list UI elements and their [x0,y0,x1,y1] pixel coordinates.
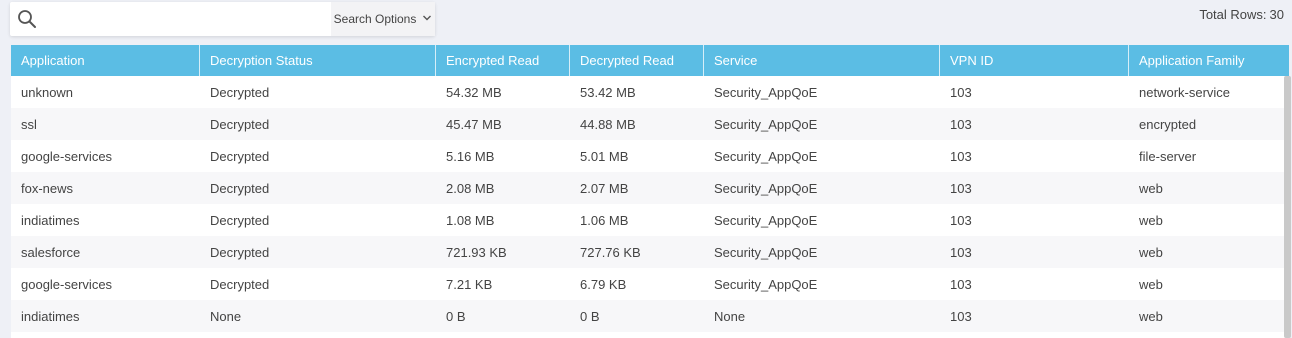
column-header-application[interactable]: Application [11,45,200,76]
table-cell: Security_AppQoE [714,148,818,164]
table-cell: 6.79 KB [580,276,627,292]
table-cell: 103 [950,244,972,260]
table-cell: web [1139,180,1163,196]
table-cell: 103 [950,116,972,132]
table-cell: encrypted [1139,116,1197,132]
table-cell: Decrypted [210,148,270,164]
table-cell: None [210,308,242,324]
table-cell: 103 [950,212,972,228]
column-header-application-family[interactable]: Application Family [1129,45,1289,76]
table-cell: Security_AppQoE [714,180,818,196]
table-cell: None [714,308,746,324]
table-row[interactable]: fox-news Decrypted 2.08 MB 2.07 MB Security_… [11,172,1289,204]
table-cell: 53.42 MB [580,84,636,100]
table-cell: file-server [1139,148,1197,164]
table-cell: 103 [950,180,972,196]
table-cell: 0 B [446,308,466,324]
search-input[interactable] [42,4,338,34]
table-row[interactable]: indiatimes None 0 B 0 B None 103 web [11,300,1289,332]
table-cell: Security_AppQoE [714,116,818,132]
table-row[interactable]: ssl Decrypted 45.47 MB 44.88 MB Security_App… [11,108,1289,140]
table-cell: 0 B [580,308,600,324]
table-cell: Decrypted [210,212,270,228]
table-cell: Security_AppQoE [714,276,818,292]
table-cell: network-service [1139,84,1231,100]
table-cell: Security_AppQoE [714,84,818,100]
search-options-dropdown[interactable]: Search Options [331,2,435,36]
table-cell: 5.01 MB [580,148,629,164]
column-header-encrypted-read[interactable]: Encrypted Read [436,45,570,76]
applications-table: Application Decryption Status Encrypted Re… [11,45,1289,338]
total-rows-label: Total Rows: [1199,7,1267,22]
table-cell: Decrypted [210,84,270,100]
column-header-decryption-status[interactable]: Decryption Status [200,45,436,76]
column-header-vpn-id[interactable]: VPN ID [940,45,1129,76]
column-header-service[interactable]: Service [704,45,940,76]
table-cell: unknown [21,84,74,100]
table-cell: 45.47 MB [446,116,502,132]
table-cell: Decrypted [210,116,270,132]
table-cell: indiatimes [21,212,80,228]
table-cell: 2.08 MB [446,180,495,196]
table-cell: Security_AppQoE [714,212,818,228]
table-cell: web [1139,308,1163,324]
total-rows: Total Rows: 30 [1196,7,1284,22]
table-cell: google-services [21,276,113,292]
table-row[interactable]: google-services Decrypted 5.16 MB 5.01 MB Se… [11,140,1289,172]
search-bar: Search Options [10,2,435,36]
table-cell: salesforce [21,244,81,260]
total-rows-value: 30 [1269,7,1284,22]
table-cell: 1.08 MB [446,212,495,228]
table-cell: 727.76 KB [580,244,641,260]
table-cell: Decrypted [210,276,270,292]
table-cell: 5.16 MB [446,148,495,164]
table-cell: 103 [950,308,972,324]
table-cell: 7.21 KB [446,276,493,292]
search-icon[interactable] [12,2,42,36]
table-cell: 103 [950,84,972,100]
table-cell: google-services [21,148,113,164]
table-cell: fox-news [21,180,74,196]
table-row[interactable]: indiatimes Decrypted 1.08 MB 1.06 MB Securit… [11,204,1289,236]
table-cell: 54.32 MB [446,84,502,100]
table-body: unknown Decrypted 54.32 MB 53.42 MB Security… [11,76,1289,332]
table-cell: web [1139,244,1163,260]
table-header: Application Decryption Status Encrypted Re… [11,45,1289,76]
table-row[interactable]: google-services Decrypted 7.21 KB 6.79 KB Se… [11,268,1289,300]
table-cell: 103 [950,148,972,164]
table-cell: 721.93 KB [446,244,507,260]
table-cell: web [1139,212,1163,228]
table-cell: 2.07 MB [580,180,629,196]
column-header-decrypted-read[interactable]: Decrypted Read [570,45,704,76]
table-cell: 103 [950,276,972,292]
table-cell: indiatimes [21,308,80,324]
table-row[interactable]: salesforce Decrypted 721.93 KB 727.76 KB Sec… [11,236,1289,268]
table-row[interactable]: unknown Decrypted 54.32 MB 53.42 MB Security… [11,76,1289,108]
search-options-label: Search Options [333,12,417,26]
table-cell: web [1139,276,1163,292]
table-cell: Decrypted [210,180,270,196]
table-cell: 1.06 MB [580,212,629,228]
vertical-scrollbar[interactable] [1284,76,1291,338]
table-cell: ssl [21,116,37,132]
chevron-down-icon [422,12,432,26]
table-cell: Decrypted [210,244,270,260]
table-cell: 44.88 MB [580,116,636,132]
table-cell: Security_AppQoE [714,244,818,260]
